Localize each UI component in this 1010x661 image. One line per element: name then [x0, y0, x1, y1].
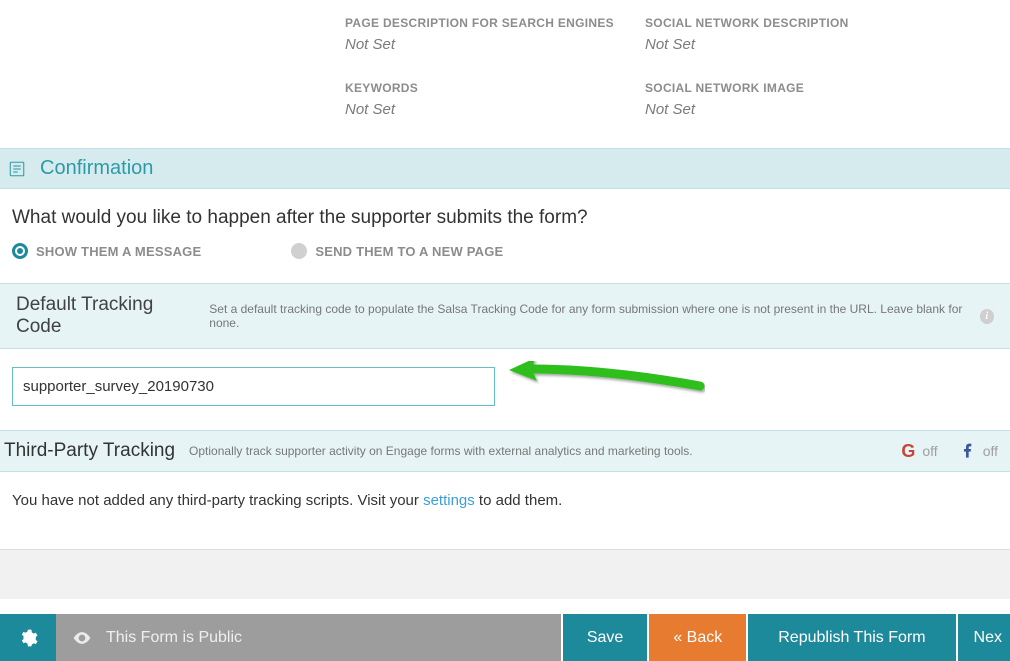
third-party-subtitle: Optionally track supporter activity on E… [189, 444, 901, 458]
eye-icon [72, 628, 92, 648]
third-party-title: Third-Party Tracking [4, 440, 175, 462]
radio-show-message[interactable]: SHOW THEM A MESSAGE [12, 243, 201, 259]
third-party-header: Third-Party Tracking Optionally track su… [0, 430, 1010, 472]
next-button[interactable]: Nex [958, 614, 1010, 661]
default-tracking-header: Default Tracking Code Set a default trac… [0, 283, 1010, 349]
gear-icon [18, 628, 38, 648]
republish-label: Republish This Form [778, 629, 925, 647]
default-tracking-title: Default Tracking Code [16, 294, 197, 338]
meta-social-description: SOCIAL NETWORK DESCRIPTION Not Set [645, 16, 945, 53]
save-button[interactable]: Save [563, 614, 647, 661]
third-party-body: You have not added any third-party track… [0, 472, 1010, 549]
radio-unselected-icon [291, 243, 307, 259]
meta-label: SOCIAL NETWORK DESCRIPTION [645, 16, 945, 30]
facebook-state: off [983, 443, 998, 459]
meta-value: Not Set [345, 36, 645, 53]
google-state: off [922, 443, 937, 459]
default-tracking-input[interactable] [12, 367, 495, 406]
below-gap [0, 549, 1010, 599]
meta-label: SOCIAL NETWORK IMAGE [645, 81, 945, 95]
meta-label: KEYWORDS [345, 81, 645, 95]
meta-value: Not Set [345, 101, 645, 118]
radio-label: SHOW THEM A MESSAGE [36, 244, 201, 259]
radio-send-new-page[interactable]: SEND THEM TO A NEW PAGE [291, 243, 503, 259]
settings-button[interactable] [0, 614, 56, 661]
confirmation-title: Confirmation [40, 157, 153, 180]
metadata-block: PAGE DESCRIPTION FOR SEARCH ENGINES Not … [0, 0, 1010, 148]
facebook-tracking-toggle[interactable]: off [960, 443, 998, 459]
confirmation-header: Confirmation [0, 148, 1010, 189]
third-party-text-after: to add them. [475, 492, 563, 509]
meta-social-image: SOCIAL NETWORK IMAGE Not Set [645, 81, 945, 118]
third-party-text-before: You have not added any third-party track… [12, 492, 423, 509]
confirmation-body: What would you like to happen after the … [0, 189, 1010, 283]
default-tracking-subtitle: Set a default tracking code to populate … [209, 302, 967, 330]
radio-label: SEND THEM TO A NEW PAGE [315, 244, 503, 259]
form-icon [8, 160, 26, 178]
footer-bar: This Form is Public Save « Back Republis… [0, 614, 1010, 661]
back-label: « Back [673, 629, 722, 647]
google-tracking-toggle[interactable]: G off [901, 441, 937, 462]
visibility-text: This Form is Public [106, 629, 242, 647]
meta-label: PAGE DESCRIPTION FOR SEARCH ENGINES [345, 16, 645, 30]
default-tracking-body [0, 349, 1010, 430]
save-label: Save [587, 629, 623, 647]
radio-selected-icon [12, 243, 28, 259]
google-icon: G [901, 441, 915, 462]
settings-link[interactable]: settings [423, 492, 475, 509]
meta-value: Not Set [645, 36, 945, 53]
meta-value: Not Set [645, 101, 945, 118]
meta-keywords: KEYWORDS Not Set [345, 81, 645, 118]
visibility-indicator[interactable]: This Form is Public [56, 614, 561, 661]
meta-page-description: PAGE DESCRIPTION FOR SEARCH ENGINES Not … [345, 16, 645, 53]
back-button[interactable]: « Back [649, 614, 746, 661]
help-icon[interactable]: i [980, 309, 994, 324]
republish-button[interactable]: Republish This Form [748, 614, 955, 661]
confirmation-question: What would you like to happen after the … [12, 207, 998, 229]
next-label: Nex [974, 629, 1002, 647]
facebook-icon [960, 443, 976, 459]
annotation-arrow-icon [505, 361, 705, 397]
